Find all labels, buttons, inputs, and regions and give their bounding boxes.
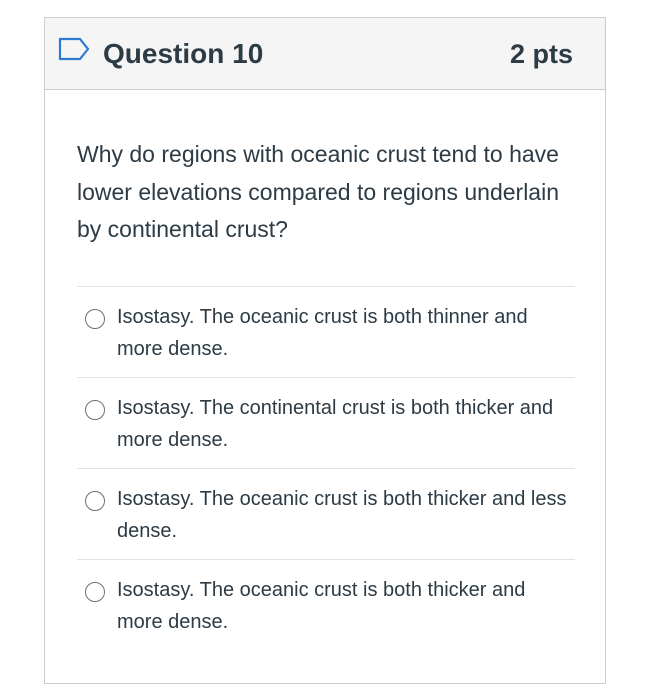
answer-list: Isostasy. The oceanic crust is both thin… [77,286,575,650]
flag-question-icon[interactable] [58,37,90,61]
answer-label[interactable]: Isostasy. The oceanic crust is both thic… [117,483,569,547]
radio-button-icon[interactable] [85,309,105,329]
answer-option[interactable]: Isostasy. The oceanic crust is both thin… [77,286,575,377]
answer-label[interactable]: Isostasy. The oceanic crust is both thin… [117,301,569,365]
answer-label[interactable]: Isostasy. The oceanic crust is both thic… [117,574,569,638]
answer-label[interactable]: Isostasy. The continental crust is both … [117,392,569,456]
question-text: Why do regions with oceanic crust tend t… [77,141,560,242]
radio-button-icon[interactable] [85,400,105,420]
question-points: 2 pts [509,39,573,69]
question-card: Question 10 2 pts Why do regions with oc… [44,17,606,684]
question-header: Question 10 2 pts [45,18,605,90]
answer-option[interactable]: Isostasy. The continental crust is both … [77,377,575,468]
radio-button-icon[interactable] [85,582,105,602]
answer-option[interactable]: Isostasy. The oceanic crust is both thic… [77,468,575,559]
question-title: Question 10 [103,38,264,69]
answer-option[interactable]: Isostasy. The oceanic crust is both thic… [77,559,575,650]
radio-button-icon[interactable] [85,491,105,511]
